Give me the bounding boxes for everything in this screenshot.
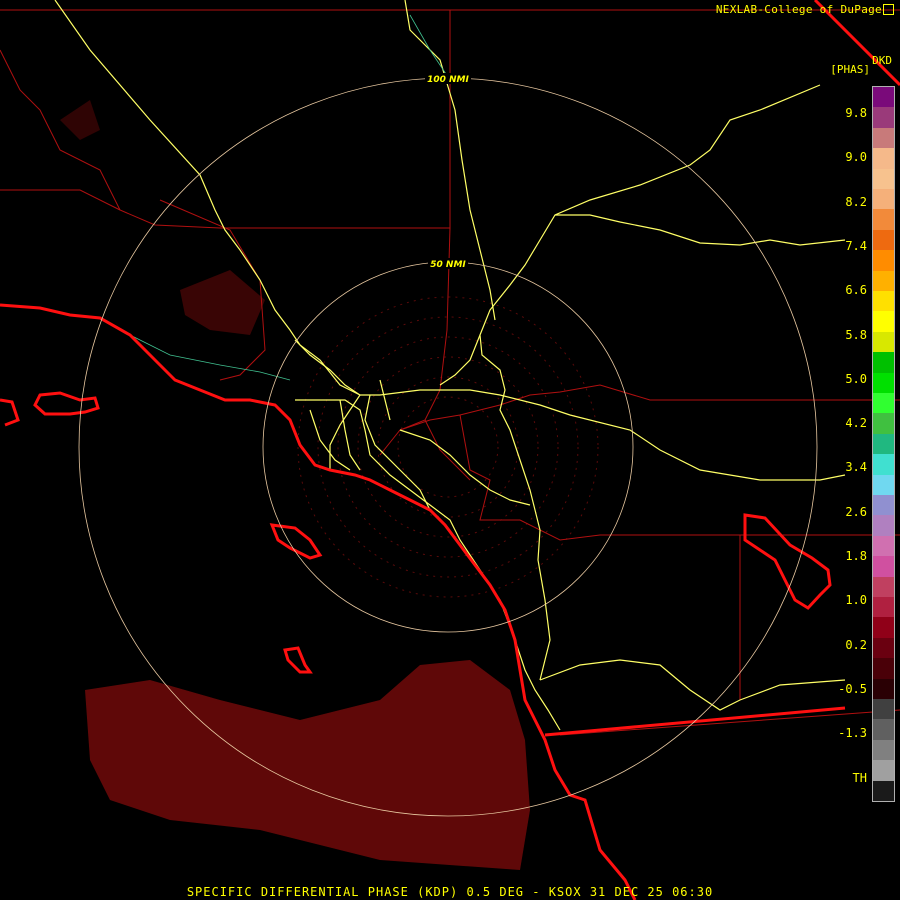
range-ring-label-100: 100 NMI (427, 75, 469, 85)
legend-label: 1.8 (845, 549, 867, 563)
legend-label: 4.2 (845, 416, 867, 431)
legend-label: 9.0 (845, 150, 867, 165)
legend-label: -1.3 (838, 726, 867, 741)
legend-label: 3.4 (845, 460, 867, 475)
county-boundaries (0, 9, 900, 736)
legend-label: 2.6 (845, 504, 867, 519)
credit-text: NEXLAB-College of DuPage (715, 3, 882, 16)
product-unit: [PHAS] (830, 63, 870, 76)
legend-label: 0.2 (845, 637, 867, 652)
legend-label: 5.0 (845, 371, 867, 386)
legend-label: 7.4 (845, 238, 867, 253)
radar-clutter-ring (297, 296, 599, 598)
radar-echo-field (60, 100, 530, 870)
legend-label: -0.5 (838, 681, 867, 696)
legend-label: 8.2 (845, 194, 867, 209)
legend-label: 5.8 (845, 327, 867, 342)
legend-label: 9.8 (845, 106, 867, 120)
product-code: DKD (872, 54, 892, 67)
product-caption: SPECIFIC DIFFERENTIAL PHASE (KDP) 0.5 DE… (186, 885, 714, 899)
legend-label: TH (852, 770, 867, 785)
color-legend-bar (872, 86, 895, 802)
legend-label: 1.0 (845, 593, 867, 608)
radar-map: 100 NMI 50 NMI (0, 0, 900, 900)
range-ring-label-50: 50 NMI (430, 260, 466, 270)
minor-roads (119, 14, 451, 381)
legend-label: 6.6 (845, 283, 867, 298)
external-link-icon[interactable] (883, 4, 894, 15)
